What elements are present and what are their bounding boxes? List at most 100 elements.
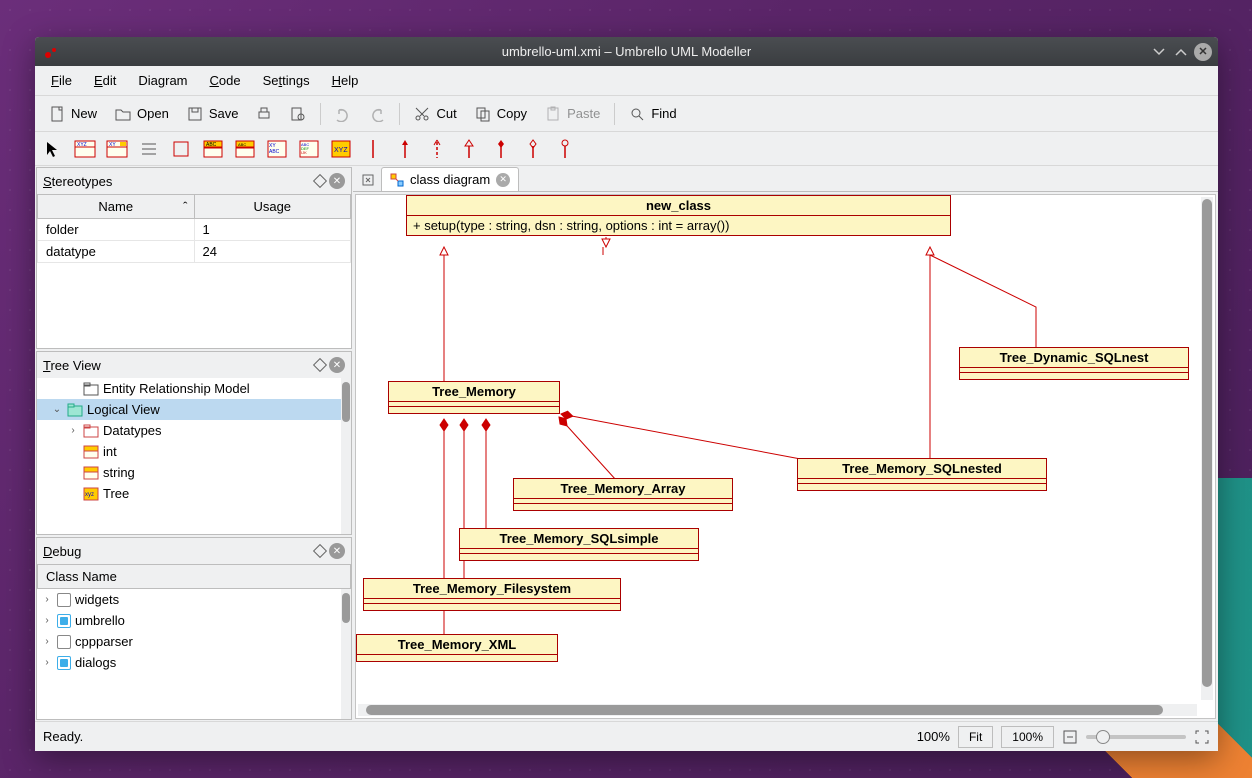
cut-button[interactable]: Cut xyxy=(406,102,464,126)
menu-settings[interactable]: Settings xyxy=(253,69,320,92)
uml-class-tree-memory-xml[interactable]: Tree_Memory_XML xyxy=(356,634,558,662)
treeview-header[interactable]: Tree View ✕ xyxy=(37,352,351,378)
uml-class-new-class[interactable]: new_class + setup(type : string, dsn : s… xyxy=(406,195,951,236)
checkbox[interactable] xyxy=(57,656,71,670)
diagram-canvas[interactable]: new_class + setup(type : string, dsn : s… xyxy=(355,194,1216,719)
box-tool[interactable]: ABCDEFIJK xyxy=(297,137,321,161)
float-icon[interactable] xyxy=(313,358,327,372)
uml-class-tree-dynamic-sqlnest[interactable]: Tree_Dynamic_SQLnest xyxy=(959,347,1189,380)
containment-tool[interactable] xyxy=(553,137,577,161)
tab-label: class diagram xyxy=(410,172,490,187)
open-button[interactable]: Open xyxy=(107,102,177,126)
new-tab-button[interactable] xyxy=(357,169,379,191)
datatype-tool[interactable] xyxy=(137,137,161,161)
directional-tool[interactable] xyxy=(393,137,417,161)
uml-class-tree-memory[interactable]: Tree_Memory xyxy=(388,381,560,414)
main-toolbar: New Open Save Cut Copy Paste Find xyxy=(35,96,1218,132)
zoom-label: 100% xyxy=(917,729,950,744)
close-icon[interactable]: ✕ xyxy=(329,543,345,559)
menu-edit[interactable]: Edit xyxy=(84,69,126,92)
stereotypes-header[interactable]: Stereotypes ✕ xyxy=(37,168,351,194)
redo-icon xyxy=(369,106,385,122)
checkbox[interactable] xyxy=(57,635,71,649)
canvas-v-scrollbar[interactable] xyxy=(1201,197,1213,700)
redo-button[interactable] xyxy=(361,102,393,126)
canvas-h-scrollbar[interactable] xyxy=(358,704,1197,716)
zoom-100-button[interactable]: 100% xyxy=(1001,726,1054,748)
association-tool[interactable] xyxy=(361,137,385,161)
aggregation-tool[interactable] xyxy=(521,137,545,161)
close-icon[interactable]: ✕ xyxy=(329,357,345,373)
fit-button[interactable]: Fit xyxy=(958,726,993,748)
close-icon[interactable]: ✕ xyxy=(496,173,510,187)
paste-button[interactable]: Paste xyxy=(537,102,608,126)
entity-tool[interactable]: ABC xyxy=(233,137,257,161)
print-preview-button[interactable] xyxy=(282,102,314,126)
float-icon[interactable] xyxy=(313,174,327,188)
tree-item[interactable]: Entity Relationship Model xyxy=(37,378,351,399)
titlebar[interactable]: umbrello-uml.xmi – Umbrello UML Modeller… xyxy=(35,37,1218,66)
uml-class-tree-memory-sqlnested[interactable]: Tree_Memory_SQLnested xyxy=(797,458,1047,491)
maximize-button[interactable] xyxy=(1172,43,1190,61)
column-classname[interactable]: Class Name xyxy=(38,565,351,589)
interface-tool[interactable]: XY xyxy=(105,137,129,161)
tree-item[interactable]: xyzTree xyxy=(37,483,351,504)
tab-class-diagram[interactable]: class diagram ✕ xyxy=(381,167,519,191)
debug-header[interactable]: Debug ✕ xyxy=(37,538,351,564)
column-name[interactable]: Name ˆ xyxy=(38,195,195,219)
menu-help[interactable]: Help xyxy=(322,69,369,92)
close-icon[interactable]: ✕ xyxy=(329,173,345,189)
composition-tool[interactable] xyxy=(489,137,513,161)
checkbox[interactable] xyxy=(57,614,71,628)
checkbox[interactable] xyxy=(57,593,71,607)
zoom-slider[interactable] xyxy=(1086,735,1186,739)
scrollbar[interactable] xyxy=(341,589,351,719)
uml-class-tree-memory-filesystem[interactable]: Tree_Memory_Filesystem xyxy=(363,578,621,611)
preview-icon xyxy=(290,106,306,122)
note-tool[interactable]: XYABC xyxy=(265,137,289,161)
package-tool[interactable]: ABC xyxy=(201,137,225,161)
minimize-button[interactable] xyxy=(1150,43,1168,61)
search-icon xyxy=(629,106,645,122)
find-button[interactable]: Find xyxy=(621,102,684,126)
table-row[interactable]: folder1 xyxy=(38,219,351,241)
generalization-tool[interactable] xyxy=(457,137,481,161)
enum-tool[interactable] xyxy=(169,137,193,161)
class-tool[interactable]: XYZ xyxy=(73,137,97,161)
dependency-tool[interactable] xyxy=(425,137,449,161)
copy-button[interactable]: Copy xyxy=(467,102,535,126)
chevron-right-icon[interactable]: › xyxy=(67,425,79,436)
zoom-out-icon[interactable] xyxy=(1062,729,1078,745)
list-item[interactable]: ›cppparser xyxy=(37,631,351,652)
uml-class-tree-memory-array[interactable]: Tree_Memory_Array xyxy=(513,478,733,511)
tree-item[interactable]: string xyxy=(37,462,351,483)
tree-item[interactable]: int xyxy=(37,441,351,462)
menu-code[interactable]: Code xyxy=(200,69,251,92)
column-usage[interactable]: Usage xyxy=(194,195,351,219)
tree-item[interactable]: ›Datatypes xyxy=(37,420,351,441)
diagram-toolbar: XYZ XY ABC ABC XYABC ABCDEFIJK XYZ xyxy=(35,132,1218,166)
chevron-down-icon[interactable]: ⌄ xyxy=(51,404,63,415)
save-icon xyxy=(187,106,203,122)
float-icon[interactable] xyxy=(313,544,327,558)
menu-file[interactable]: File xyxy=(41,69,82,92)
uml-operations: + setup(type : string, dsn : string, opt… xyxy=(407,216,950,235)
select-tool[interactable] xyxy=(41,137,65,161)
uml-class-tree-memory-sqlsimple[interactable]: Tree_Memory_SQLsimple xyxy=(459,528,699,561)
list-item[interactable]: ›dialogs xyxy=(37,652,351,673)
print-button[interactable] xyxy=(248,102,280,126)
new-button[interactable]: New xyxy=(41,102,105,126)
list-item[interactable]: ›umbrello xyxy=(37,610,351,631)
list-item[interactable]: ›widgets xyxy=(37,589,351,610)
table-row[interactable]: datatype24 xyxy=(38,241,351,263)
undo-button[interactable] xyxy=(327,102,359,126)
tree-item[interactable]: ⌄Logical View xyxy=(37,399,351,420)
save-button[interactable]: Save xyxy=(179,102,247,126)
fullscreen-icon[interactable] xyxy=(1194,729,1210,745)
close-button[interactable]: ✕ xyxy=(1194,43,1212,61)
undo-icon xyxy=(335,106,351,122)
scrollbar[interactable] xyxy=(341,378,351,534)
text-tool[interactable]: XYZ xyxy=(329,137,353,161)
menu-diagram[interactable]: Diagram xyxy=(128,69,197,92)
main-window: umbrello-uml.xmi – Umbrello UML Modeller… xyxy=(35,37,1218,751)
